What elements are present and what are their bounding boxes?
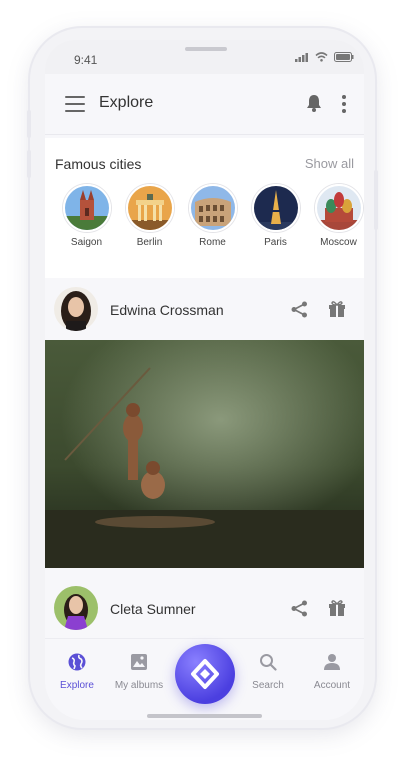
tab-label: Account — [313, 680, 351, 691]
share-icon[interactable] — [291, 301, 308, 318]
tab-label: My albums — [114, 680, 164, 691]
side-button — [27, 110, 31, 138]
gift-icon[interactable] — [328, 300, 346, 318]
saigon-thumbnail — [62, 184, 111, 232]
tab-my-albums[interactable]: My albums — [109, 653, 169, 691]
user-icon — [324, 654, 340, 670]
search-icon — [260, 654, 277, 671]
paris-thumbnail — [251, 184, 300, 232]
globe-icon — [68, 653, 86, 671]
tab-search[interactable]: Search — [238, 653, 298, 691]
battery-icon — [334, 52, 354, 62]
avatar[interactable] — [54, 287, 98, 331]
city-name: Saigon — [70, 237, 103, 248]
side-button — [374, 170, 378, 230]
city-item-rome[interactable]: Rome — [181, 184, 244, 248]
home-indicator — [147, 714, 262, 718]
city-name: Rome — [199, 237, 226, 248]
hamburger-icon[interactable] — [65, 96, 85, 112]
city-item-saigon[interactable]: Saigon — [55, 184, 118, 248]
moscow-thumbnail — [314, 184, 363, 232]
city-name: Berlin — [136, 237, 163, 248]
section-title: Famous cities — [55, 156, 142, 172]
top-app-bar: Explore — [45, 74, 364, 135]
speaker-slot — [185, 47, 227, 51]
rome-thumbnail — [188, 184, 237, 232]
gift-icon[interactable] — [328, 599, 346, 617]
status-time: 9:41 — [74, 53, 98, 67]
city-item-paris[interactable]: Paris — [244, 184, 307, 248]
berlin-thumbnail — [125, 184, 174, 232]
center-action-button[interactable] — [175, 644, 235, 704]
status-bar: 9:41 — [45, 40, 364, 74]
tab-explore[interactable]: Explore — [47, 653, 107, 691]
tab-label: Search — [252, 680, 284, 691]
tab-label: Explore — [60, 680, 94, 691]
image-icon — [131, 654, 147, 670]
diamond-logo-icon — [191, 659, 219, 689]
bell-icon[interactable] — [306, 94, 322, 112]
post-photo[interactable] — [45, 340, 364, 568]
share-icon[interactable] — [291, 600, 308, 617]
post-author[interactable]: Cleta Sumner — [110, 601, 196, 617]
show-all-link[interactable]: Show all — [305, 156, 354, 171]
city-name: Paris — [264, 237, 287, 248]
feed-post: Edwina Crossman — [45, 282, 364, 582]
city-list: Saigon Berlin Rome Paris Moscow — [55, 184, 364, 248]
page-title: Explore — [99, 94, 154, 111]
city-name: Moscow — [320, 237, 357, 248]
city-item-moscow[interactable]: Moscow — [307, 184, 364, 248]
feed-post: Cleta Sumner — [45, 582, 364, 644]
tab-account[interactable]: Account — [302, 653, 362, 691]
avatar[interactable] — [54, 586, 98, 630]
app-screen: 9:41 Explore Famous cities Show all Saig… — [45, 40, 364, 720]
famous-cities-section: Famous cities Show all Saigon Berlin Rom… — [45, 138, 364, 278]
side-button — [27, 150, 31, 178]
kebab-icon[interactable] — [342, 95, 346, 113]
signal-icon — [295, 52, 308, 62]
wifi-icon — [315, 52, 328, 62]
status-icons — [295, 52, 354, 62]
city-item-berlin[interactable]: Berlin — [118, 184, 181, 248]
post-author[interactable]: Edwina Crossman — [110, 302, 224, 318]
